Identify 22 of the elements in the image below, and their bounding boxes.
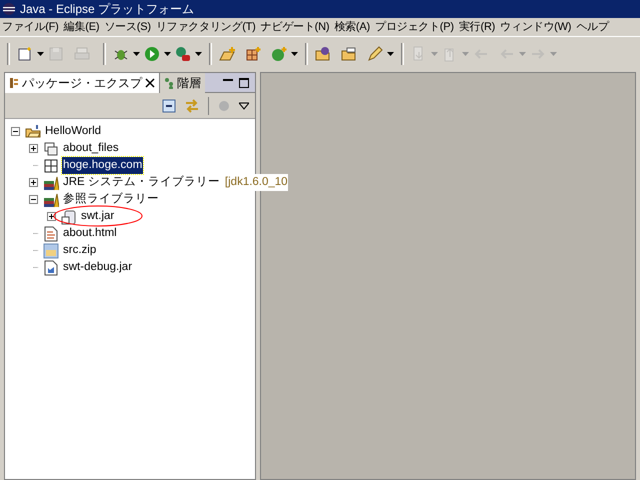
menu-item[interactable]: ファイル(F) [2,18,59,36]
tree-item-label[interactable]: swt-debug.jar [62,258,134,276]
tree-item-label[interactable]: JRE システム・ライブラリー [62,174,221,192]
view-tab[interactable]: パッケージ・エクスプ [5,73,160,93]
menu-item[interactable]: プロジェクト(P) [375,18,454,36]
tree-item-label[interactable]: about_files [62,140,120,158]
menu-item[interactable]: リファクタリング(T) [156,18,256,36]
tree-item-label[interactable]: src.zip [62,242,98,260]
menu-item[interactable]: 編集(E) [64,18,100,36]
tree-item-label[interactable]: 参照ライブラリー [62,190,160,208]
tree-item-label[interactable]: about.html [62,224,118,242]
tree-item-label[interactable]: hoge.hoge.com [62,156,144,174]
tree-item-label[interactable]: HelloWorld [44,122,102,140]
menu-item[interactable]: 検索(A) [334,18,370,36]
menu-item[interactable]: ソース(S) [104,18,151,36]
menu-item[interactable]: ウィンドウ(W) [500,18,572,36]
menu-item[interactable]: 実行(R) [458,18,496,36]
window-title: Java - Eclipse プラットフォーム [20,1,194,18]
menu-item[interactable]: ナビゲート(N) [260,18,330,36]
view-tab[interactable]: 階層 [160,73,205,93]
menu-item[interactable]: ヘルプ [576,18,609,36]
tree-item-decoration: [jdk1.6.0_10 [224,174,288,192]
